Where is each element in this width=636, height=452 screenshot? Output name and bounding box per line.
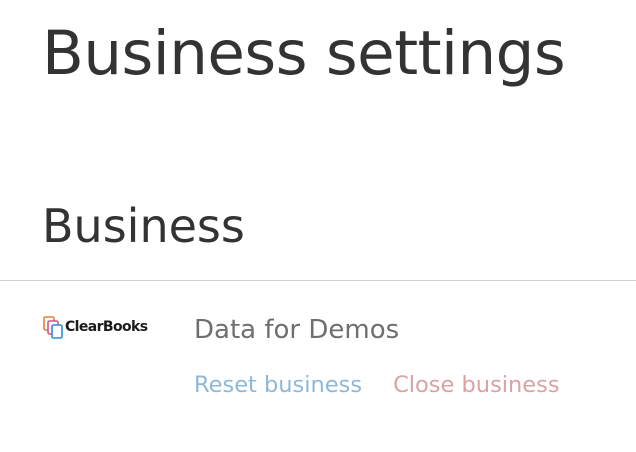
close-business-link[interactable]: Close business [393,368,560,402]
business-logo: ClearBooks [43,314,148,340]
reset-business-link[interactable]: Reset business [194,368,362,402]
business-actions: Reset business Close business [194,368,560,402]
business-name: Data for Demos [194,315,400,345]
logo-text: ClearBooks [65,319,148,335]
section-divider [0,280,636,281]
section-title-business: Business [42,199,245,253]
page-title: Business settings [42,18,566,89]
clearbooks-logo-icon [43,315,63,339]
